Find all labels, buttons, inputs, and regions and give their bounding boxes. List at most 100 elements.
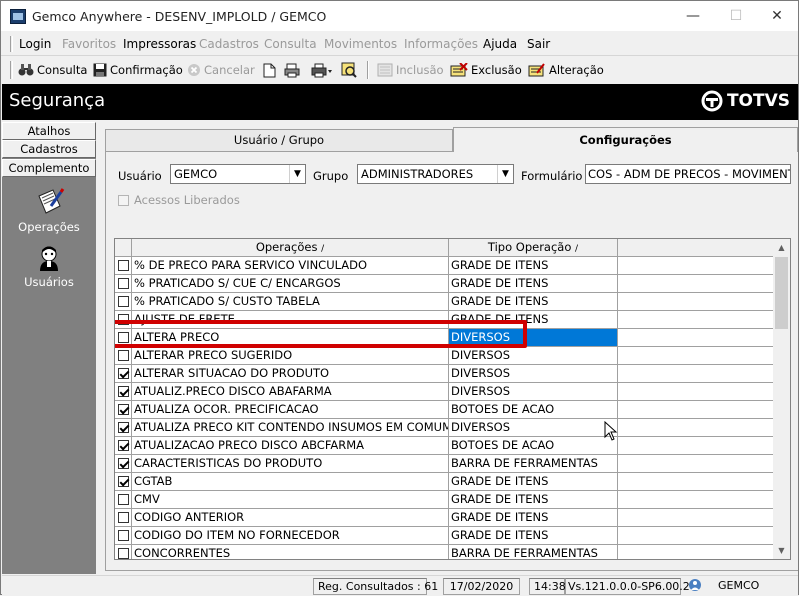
grupo-select[interactable]: ADMINISTRADORES ▼: [357, 164, 514, 184]
operation-type-cell[interactable]: DIVERSOS: [449, 347, 618, 365]
operation-cell[interactable]: % DE PRECO PARA SERVICO VINCULADO: [132, 257, 449, 275]
table-row[interactable]: CARACTERISTICAS DO PRODUTO BARRA DE FERRA…: [115, 455, 775, 473]
usuario-select[interactable]: GEMCO ▼: [170, 164, 306, 184]
help-search-button[interactable]: [341, 60, 360, 80]
operation-type-cell[interactable]: DIVERSOS: [449, 419, 618, 437]
operation-cell[interactable]: ATUALIZA PRECO KIT CONTENDO INSUMOS EM C…: [132, 419, 449, 437]
menu-consulta[interactable]: Consulta: [264, 37, 317, 51]
scroll-up-icon[interactable]: ▲: [773, 239, 790, 256]
row-checkbox[interactable]: [118, 494, 129, 505]
row-checkbox[interactable]: [118, 296, 129, 307]
operation-cell[interactable]: ATUALIZACAO PRECO DISCO ABCFARMA: [132, 437, 449, 455]
operation-type-cell[interactable]: DIVERSOS: [449, 383, 618, 401]
minimize-button[interactable]: —: [678, 5, 708, 27]
cancelar-button[interactable]: Cancelar: [187, 60, 255, 80]
operation-type-cell[interactable]: GRADE DE ITENS: [449, 491, 618, 509]
sidebar-item-usuarios[interactable]: Usuários: [2, 245, 96, 289]
row-checkbox[interactable]: [118, 404, 129, 415]
cadastros-button[interactable]: Cadastros: [2, 140, 96, 158]
row-checkbox[interactable]: [118, 548, 129, 559]
menu-informacoes[interactable]: Informações: [404, 37, 478, 51]
row-checkbox[interactable]: [118, 350, 129, 361]
table-row[interactable]: CONCORRENTES BARRA DE FERRAMENTAS: [115, 545, 775, 559]
grid-header-tipo[interactable]: Tipo Operação /: [449, 239, 618, 257]
table-row[interactable]: CODIGO DO ITEM NO FORNECEDOR GRADE DE ITE…: [115, 527, 775, 545]
operation-cell[interactable]: CGTAB: [132, 473, 449, 491]
consulta-button[interactable]: Consulta: [18, 60, 87, 80]
operation-cell[interactable]: ALTERAR SITUACAO DO PRODUTO: [132, 365, 449, 383]
scroll-down-icon[interactable]: ▼: [773, 542, 790, 559]
operation-cell[interactable]: CMV: [132, 491, 449, 509]
chevron-down-icon[interactable]: ▼: [497, 165, 513, 183]
complemento-button[interactable]: Complemento: [2, 159, 96, 177]
table-row[interactable]: CMV GRADE DE ITENS: [115, 491, 775, 509]
operation-cell[interactable]: CARACTERISTICAS DO PRODUTO: [132, 455, 449, 473]
operation-cell[interactable]: CODIGO ANTERIOR: [132, 509, 449, 527]
row-checkbox[interactable]: [118, 458, 129, 469]
maximize-button[interactable]: ☐: [721, 5, 751, 27]
atalhos-button[interactable]: Atalhos: [2, 122, 96, 140]
menu-sair[interactable]: Sair: [527, 37, 550, 51]
operation-type-cell[interactable]: BOTOES DE ACAO: [449, 401, 618, 419]
table-row[interactable]: % PRATICADO S/ CUE C/ ENCARGOS GRADE DE I…: [115, 275, 775, 293]
grid-header-operacoes[interactable]: Operações /: [132, 239, 449, 257]
table-row[interactable]: ALTERAR SITUACAO DO PRODUTO DIVERSOS: [115, 365, 775, 383]
row-checkbox[interactable]: [118, 440, 129, 451]
operation-type-cell[interactable]: GRADE DE ITENS: [449, 473, 618, 491]
sidebar-item-operacoes[interactable]: Operações: [2, 186, 96, 234]
inclusao-button[interactable]: Inclusão: [377, 60, 444, 80]
operation-type-cell[interactable]: GRADE DE ITENS: [449, 509, 618, 527]
row-checkbox[interactable]: [118, 278, 129, 289]
row-checkbox[interactable]: [118, 386, 129, 397]
operation-type-cell[interactable]: GRADE DE ITENS: [449, 275, 618, 293]
alteracao-button[interactable]: Alteração: [528, 60, 604, 80]
table-row[interactable]: % DE PRECO PARA SERVICO VINCULADO GRADE D…: [115, 257, 775, 275]
operation-type-cell[interactable]: GRADE DE ITENS: [449, 257, 618, 275]
menu-movimentos[interactable]: Movimentos: [324, 37, 397, 51]
print-preview-button[interactable]: [284, 60, 303, 80]
operation-type-cell[interactable]: GRADE DE ITENS: [449, 527, 618, 545]
operation-type-cell[interactable]: BARRA DE FERRAMENTAS: [449, 455, 618, 473]
operation-cell[interactable]: ALTERAR PRECO SUGERIDO: [132, 347, 449, 365]
vertical-scrollbar[interactable]: ▲ ▼: [773, 239, 790, 559]
confirmacao-button[interactable]: Confirmação: [93, 60, 183, 80]
operation-cell[interactable]: ATUALIZ.PRECO DISCO ABAFARMA: [132, 383, 449, 401]
new-document-button[interactable]: [263, 60, 279, 80]
table-row[interactable]: ATUALIZ.PRECO DISCO ABAFARMA DIVERSOS: [115, 383, 775, 401]
table-row[interactable]: CGTAB GRADE DE ITENS: [115, 473, 775, 491]
tab-configuracoes[interactable]: Configurações: [453, 127, 798, 152]
operation-cell[interactable]: ATUALIZA OCOR. PRECIFICACAO: [132, 401, 449, 419]
printer-button[interactable]: [311, 60, 336, 80]
scroll-thumb[interactable]: [775, 257, 788, 329]
operation-cell[interactable]: CODIGO DO ITEM NO FORNECEDOR: [132, 527, 449, 545]
formulario-field[interactable]: COS - ADM DE PRECOS - MOVIMENTOS: [585, 164, 791, 184]
menu-favoritos[interactable]: Favoritos: [62, 37, 116, 51]
table-row[interactable]: ATUALIZACAO PRECO DISCO ABCFARMA BOTOES D…: [115, 437, 775, 455]
operation-cell[interactable]: % PRATICADO S/ CUSTO TABELA: [132, 293, 449, 311]
operation-cell[interactable]: % PRATICADO S/ CUE C/ ENCARGOS: [132, 275, 449, 293]
row-checkbox[interactable]: [118, 422, 129, 433]
operation-type-cell[interactable]: DIVERSOS: [449, 365, 618, 383]
table-row[interactable]: ALTERAR PRECO SUGERIDO DIVERSOS: [115, 347, 775, 365]
close-button[interactable]: ✕: [762, 5, 792, 27]
acessos-liberados-checkbox[interactable]: Acessos Liberados: [118, 193, 240, 207]
row-checkbox[interactable]: [118, 530, 129, 541]
operation-type-cell[interactable]: BOTOES DE ACAO: [449, 437, 618, 455]
table-row[interactable]: ATUALIZA OCOR. PRECIFICACAO BOTOES DE ACA…: [115, 401, 775, 419]
table-row[interactable]: % PRATICADO S/ CUSTO TABELA GRADE DE ITEN…: [115, 293, 775, 311]
chevron-down-icon[interactable]: ▼: [289, 165, 305, 183]
tab-usuario-grupo[interactable]: Usuário / Grupo: [105, 129, 453, 151]
menu-cadastros[interactable]: Cadastros: [199, 37, 259, 51]
acessos-liberados-box[interactable]: [118, 194, 129, 206]
operation-type-cell[interactable]: GRADE DE ITENS: [449, 293, 618, 311]
row-checkbox[interactable]: [118, 260, 129, 271]
row-checkbox[interactable]: [118, 476, 129, 487]
row-checkbox[interactable]: [118, 512, 129, 523]
menu-impressoras[interactable]: Impressoras: [123, 37, 196, 51]
table-row[interactable]: CODIGO ANTERIOR GRADE DE ITENS: [115, 509, 775, 527]
menu-ajuda[interactable]: Ajuda: [483, 37, 517, 51]
menu-login[interactable]: Login: [19, 37, 51, 51]
row-checkbox[interactable]: [118, 368, 129, 379]
operation-type-cell[interactable]: BARRA DE FERRAMENTAS: [449, 545, 618, 559]
table-row[interactable]: ATUALIZA PRECO KIT CONTENDO INSUMOS EM C…: [115, 419, 775, 437]
